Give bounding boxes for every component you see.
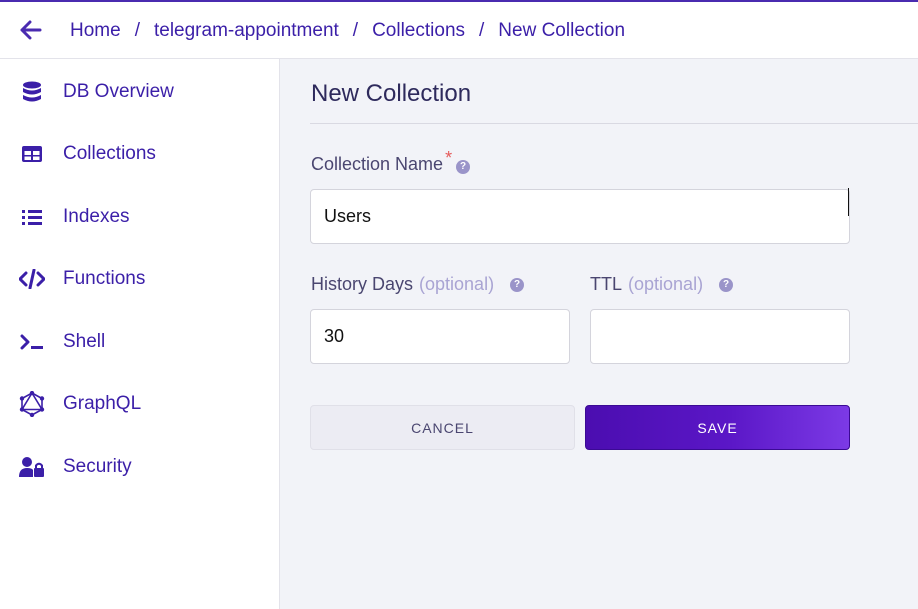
list-icon [19,204,45,230]
history-days-label: History Days (optional) ? [311,274,525,295]
save-button[interactable]: SAVE [585,405,850,450]
ttl-input[interactable] [590,309,850,364]
terminal-icon [19,329,45,355]
breadcrumb-separator: / [134,20,140,41]
breadcrumb-collections[interactable]: Collections [372,20,465,42]
history-days-input[interactable] [310,309,570,364]
code-icon [19,266,45,292]
sidebar-item-label: Security [63,456,132,477]
database-icon [19,79,45,105]
sidebar-item-label: Functions [63,268,146,289]
sidebar-item-indexes[interactable]: Indexes [0,195,279,239]
breadcrumb-home[interactable]: Home [70,20,121,42]
sidebar-item-graphql[interactable]: GraphQL [0,382,279,426]
breadcrumb-database[interactable]: telegram-appointment [154,20,339,42]
text-cursor [848,188,849,216]
collection-name-label-text: Collection Name [311,154,444,174]
table-icon [19,141,45,167]
breadcrumb: Home / telegram-appointment / Collection… [70,20,625,42]
ttl-label: TTL (optional) ? [590,274,734,295]
back-button[interactable] [18,18,44,42]
optional-hint: (optional) [419,274,495,294]
history-days-label-text: History Days [311,274,414,294]
cancel-button[interactable]: CANCEL [310,405,575,450]
help-icon[interactable]: ? [719,277,734,292]
sidebar-item-label: Collections [63,143,156,164]
graphql-icon [19,391,45,417]
sidebar-item-label: GraphQL [63,393,142,414]
breadcrumb-separator: / [352,20,359,41]
page-title: New Collection [311,80,472,107]
optional-hint: (optional) [628,274,704,294]
breadcrumb-current: New Collection [498,20,626,41]
main-content: New Collection Collection Name * ? Histo… [280,59,918,609]
sidebar-item-label: Shell [63,331,106,352]
sidebar-item-shell[interactable]: Shell [0,320,279,364]
title-divider [310,123,918,124]
header-bar: Home / telegram-appointment / Collection… [0,2,918,59]
collection-name-label: Collection Name * ? [311,148,471,175]
sidebar: DB Overview Collections Indexes Function… [0,59,280,609]
help-icon[interactable]: ? [510,277,525,292]
user-lock-icon [19,454,45,480]
sidebar-item-db-overview[interactable]: DB Overview [0,70,279,114]
collection-name-input[interactable] [310,189,850,244]
sidebar-item-label: DB Overview [63,81,174,102]
arrow-left-icon [20,20,42,40]
sidebar-item-security[interactable]: Security [0,445,279,489]
sidebar-item-functions[interactable]: Functions [0,257,279,301]
help-icon[interactable]: ? [456,159,471,174]
ttl-label-text: TTL [590,274,623,294]
sidebar-item-collections[interactable]: Collections [0,132,279,176]
required-marker: * [445,148,453,168]
sidebar-item-label: Indexes [63,206,130,227]
breadcrumb-separator: / [479,20,485,41]
